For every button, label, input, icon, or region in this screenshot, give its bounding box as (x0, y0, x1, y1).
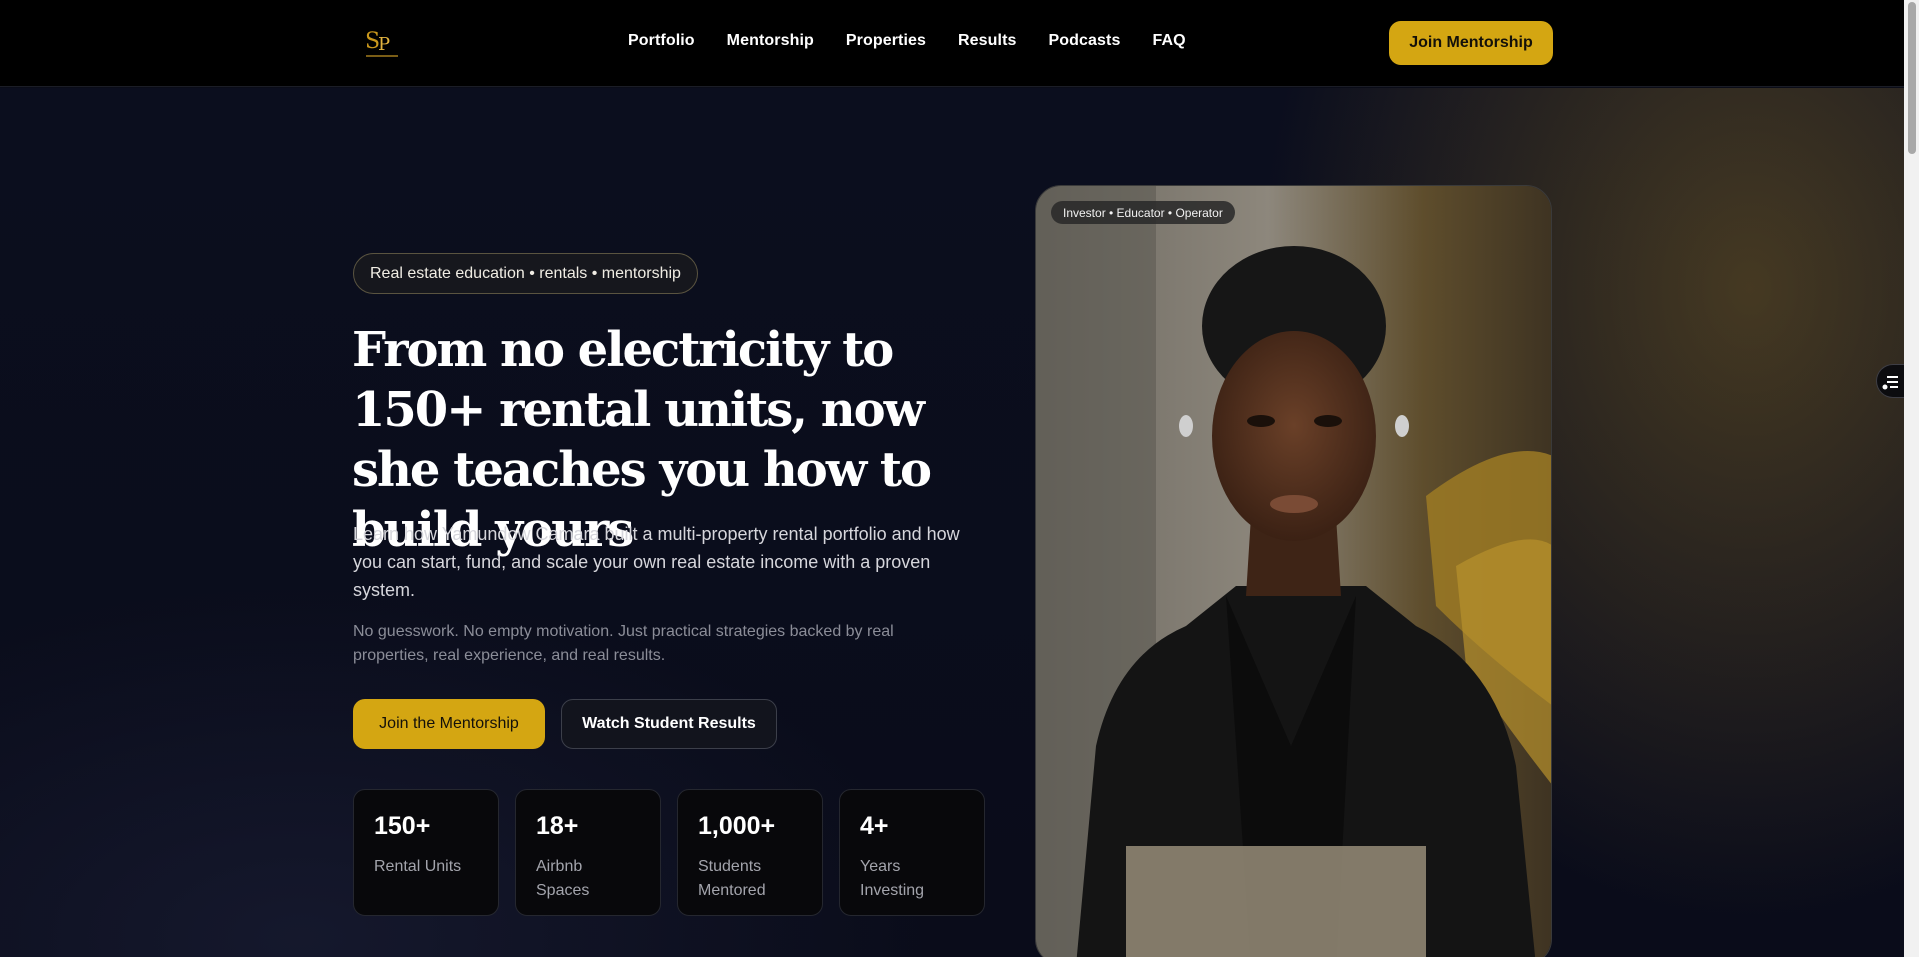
nav-faq[interactable]: FAQ (1152, 32, 1185, 50)
scrollbar-thumb[interactable] (1908, 2, 1916, 154)
stat-value: 18+ (536, 812, 579, 840)
svg-text:P: P (378, 34, 390, 55)
nav-podcasts[interactable]: Podcasts (1049, 32, 1121, 50)
stat-label: Years Investing (860, 858, 925, 899)
stat-card-students-mentored: 1,000+ Students Mentored (677, 789, 823, 916)
hero-subtext: No guesswork. No empty motivation. Just … (353, 623, 894, 664)
watch-student-results-button[interactable]: Watch Student Results (561, 699, 777, 749)
hero-tag: Real estate education • rentals • mentor… (353, 253, 698, 294)
nav-results[interactable]: Results (958, 32, 1017, 50)
nav-portfolio[interactable]: Portfolio (628, 32, 695, 50)
main-nav: Portfolio Mentorship Properties Results … (628, 32, 1218, 50)
hero-lead: Learn how Yamundow Camara built a multi-… (353, 524, 960, 600)
top-navigation-bar: S P Portfolio Mentorship Properties Resu… (0, 0, 1904, 87)
photo-badge: Investor • Educator • Operator (1051, 201, 1235, 224)
portrait-photo (1035, 185, 1552, 957)
stats-row: 150+ Rental Units 18+ Airbnb Spaces 1,00… (353, 789, 985, 916)
stat-card-rental-units: 150+ Rental Units (353, 789, 499, 916)
stat-value: 1,000+ (698, 812, 776, 840)
nav-mentorship[interactable]: Mentorship (727, 32, 814, 50)
stat-card-years-investing: 4+ Years Investing (839, 789, 985, 916)
stat-card-airbnb-spaces: 18+ Airbnb Spaces (515, 789, 661, 916)
sp-logo[interactable]: S P (362, 26, 402, 60)
stat-value: 4+ (860, 812, 889, 840)
join-mentorship-button[interactable]: Join Mentorship (1389, 21, 1553, 65)
stat-label: Students Mentored (698, 858, 766, 899)
stat-label: Rental Units (374, 858, 462, 875)
nav-properties[interactable]: Properties (846, 32, 926, 50)
join-the-mentorship-button[interactable]: Join the Mentorship (353, 699, 545, 749)
accessibility-widget-icon[interactable] (1876, 364, 1904, 398)
page: S P Portfolio Mentorship Properties Resu… (0, 0, 1919, 957)
stat-value: 150+ (374, 812, 431, 840)
stat-label: Airbnb Spaces (536, 858, 590, 899)
